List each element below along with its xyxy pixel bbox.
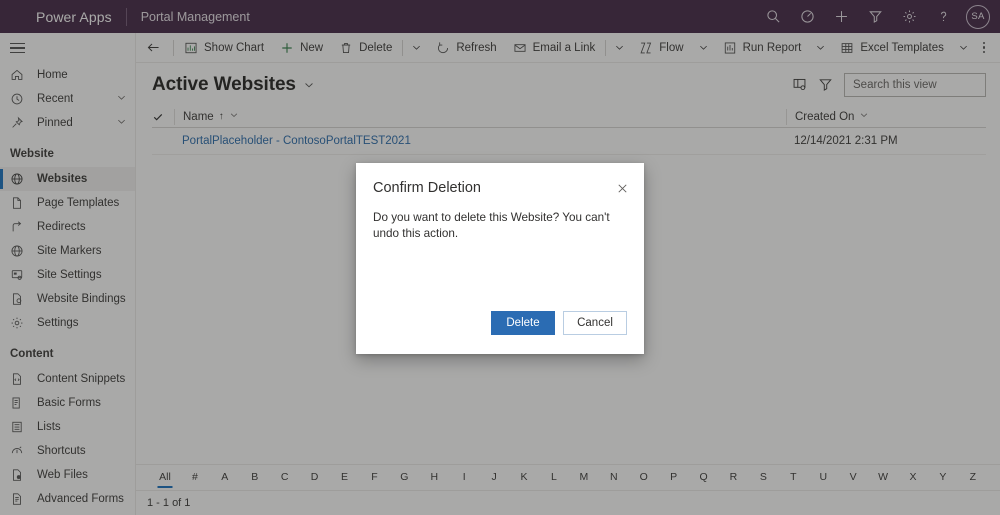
dialog-footer: Delete Cancel [356, 311, 644, 354]
close-icon[interactable] [611, 177, 633, 199]
cancel-button[interactable]: Cancel [563, 311, 627, 335]
dialog-message: Do you want to delete this Website? You … [373, 211, 610, 240]
confirm-deletion-dialog: Confirm Deletion Do you want to delete t… [356, 163, 644, 354]
delete-button[interactable]: Delete [491, 311, 555, 335]
dialog-header: Confirm Deletion [356, 163, 644, 199]
dialog-title: Confirm Deletion [373, 180, 481, 196]
